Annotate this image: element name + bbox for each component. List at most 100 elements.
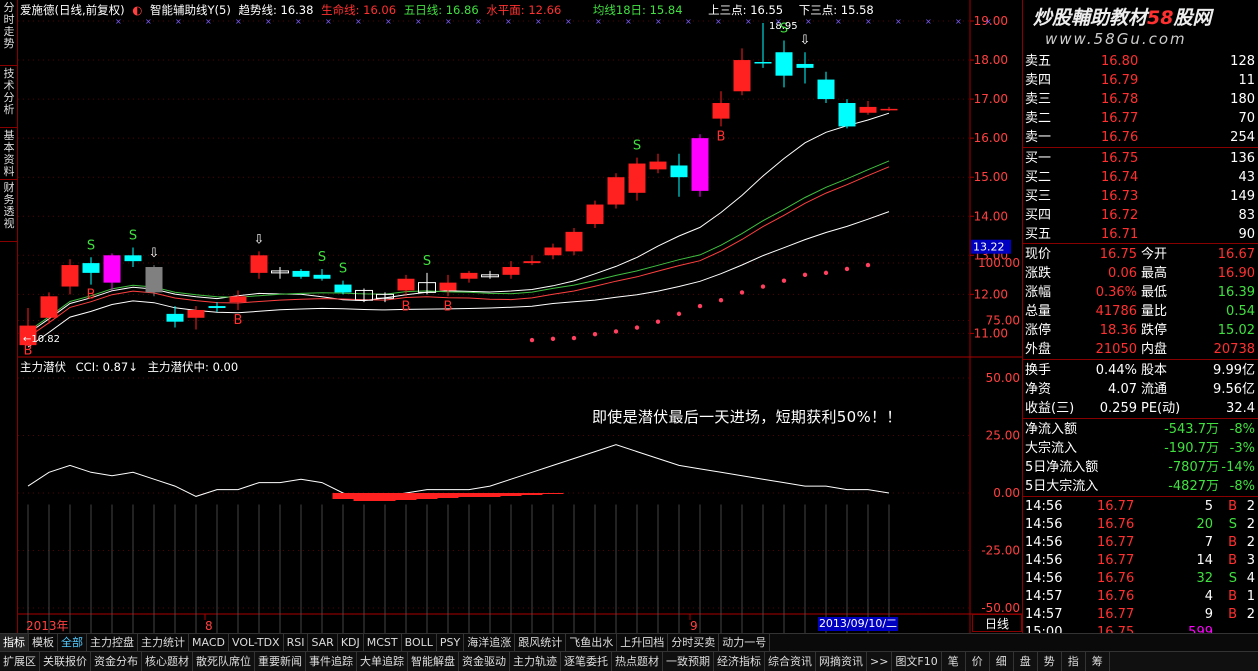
osc-bar bbox=[332, 493, 354, 499]
tab-technical[interactable]: 技术分析 bbox=[0, 66, 18, 128]
info-tab[interactable]: 图文F10 bbox=[892, 652, 942, 671]
tick-time: 14:57 bbox=[1025, 589, 1063, 604]
info-tab[interactable]: 盘 bbox=[1014, 652, 1038, 671]
candle-body bbox=[880, 108, 898, 111]
tab-basic-info[interactable]: 基本资料 bbox=[0, 128, 18, 180]
flow-pct: -3% bbox=[1229, 441, 1255, 456]
alert-icon: ◐ bbox=[132, 3, 143, 17]
trend-line-value: 趋势线: 16.38 bbox=[238, 3, 314, 17]
price-axis-label: 14.00 bbox=[974, 209, 1008, 223]
info-tab[interactable]: 细 bbox=[990, 652, 1014, 671]
indicator-tab[interactable]: KDJ bbox=[338, 634, 364, 651]
ask-label: 卖一 bbox=[1025, 130, 1052, 145]
bid-row: 买五 16.71 90 bbox=[1023, 225, 1258, 244]
tab-intraday[interactable]: 分时走势 bbox=[0, 0, 18, 66]
stat-value: 0.54 bbox=[1226, 304, 1255, 319]
indicator-tab[interactable]: 指标 bbox=[0, 634, 29, 651]
ask-volume: 254 bbox=[1230, 130, 1255, 145]
indicator-tab[interactable]: 模板 bbox=[29, 634, 58, 651]
indicator-tab[interactable]: 跟风统计 bbox=[515, 634, 567, 651]
stat-label: 涨跌 bbox=[1025, 266, 1052, 281]
candle-body bbox=[250, 255, 268, 273]
info-tab[interactable]: 主力轨迹 bbox=[510, 652, 561, 671]
indicator-tab[interactable]: 动力一号 bbox=[719, 634, 771, 651]
tick-price: 16.77 bbox=[1097, 553, 1135, 568]
info-tab[interactable]: 经济指标 bbox=[714, 652, 765, 671]
top-marker: × bbox=[955, 17, 962, 26]
info-tab[interactable]: 综合资讯 bbox=[765, 652, 816, 671]
osc-bar bbox=[458, 493, 480, 497]
daily-period-button[interactable]: 日线 bbox=[972, 614, 1022, 632]
indicator-tab[interactable]: RSI bbox=[284, 634, 309, 651]
indicator-tab[interactable]: MACD bbox=[189, 634, 229, 651]
top-marker: × bbox=[385, 17, 392, 26]
indicator-tab[interactable]: BOLL bbox=[402, 634, 437, 651]
info-tab[interactable]: 笔 bbox=[942, 652, 966, 671]
top-marker: × bbox=[145, 17, 152, 26]
info-tab[interactable]: >> bbox=[867, 652, 893, 671]
bid-volume: 90 bbox=[1238, 227, 1255, 242]
bid-label: 买三 bbox=[1025, 189, 1052, 204]
indicator-tab[interactable]: 分时买卖 bbox=[668, 634, 720, 651]
indicator-tab[interactable]: 上升回档 bbox=[617, 634, 669, 651]
sar-dot bbox=[655, 319, 661, 324]
panel-separator bbox=[1023, 418, 1258, 419]
indicator-tab[interactable]: MCST bbox=[364, 634, 402, 651]
indicator-tab[interactable]: PSY bbox=[437, 634, 465, 651]
info-tab[interactable]: 筹 bbox=[1086, 652, 1110, 671]
stat-label: 今开 bbox=[1141, 247, 1168, 262]
top-marker: × bbox=[685, 17, 692, 26]
osc-bar bbox=[416, 493, 438, 499]
info-tab[interactable]: 价 bbox=[966, 652, 990, 671]
indicator-tab[interactable]: SAR bbox=[308, 634, 338, 651]
flow-pct: -8% bbox=[1229, 479, 1255, 494]
stat-value: 16.67 bbox=[1217, 247, 1255, 262]
signal-mark: B bbox=[402, 299, 411, 314]
stat-value: 0.06 bbox=[1108, 266, 1137, 281]
info-tab[interactable]: 指 bbox=[1062, 652, 1086, 671]
indicator-tab[interactable]: 飞鱼出水 bbox=[566, 634, 618, 651]
info-tab[interactable]: 重要新闻 bbox=[255, 652, 306, 671]
bid-volume: 83 bbox=[1238, 208, 1255, 223]
tick-volume: 20 bbox=[1196, 517, 1213, 532]
indicator-tab[interactable]: 主力控盘 bbox=[87, 634, 138, 651]
stat2-value: 32.4 bbox=[1226, 401, 1255, 416]
stat2-value: 9.99亿 bbox=[1213, 363, 1255, 378]
info-tab[interactable]: 核心题材 bbox=[142, 652, 193, 671]
info-tab[interactable]: 散死队席位 bbox=[193, 652, 255, 671]
info-tab[interactable]: 资金驱动 bbox=[459, 652, 510, 671]
info-tab[interactable]: 扩展区 bbox=[0, 652, 40, 671]
x-label-year: 2013年 bbox=[26, 619, 69, 633]
indicator-tab[interactable]: 全部 bbox=[58, 634, 87, 651]
info-tab[interactable]: 热点题材 bbox=[612, 652, 663, 671]
sar-dot bbox=[802, 272, 808, 278]
info-tab[interactable]: 大单追踪 bbox=[357, 652, 408, 671]
info-tab[interactable]: 资金分布 bbox=[91, 652, 142, 671]
info-tab[interactable]: 智能解盘 bbox=[408, 652, 459, 671]
tab-financial[interactable]: 财务透视 bbox=[0, 180, 18, 242]
stat-label: 涨幅 bbox=[1025, 285, 1052, 300]
info-tab[interactable]: 一致预期 bbox=[663, 652, 714, 671]
stat-row: 涨停 18.36 跌停 15.02 bbox=[1023, 321, 1258, 340]
candle-body bbox=[544, 247, 562, 256]
info-tab[interactable]: 事件追踪 bbox=[306, 652, 357, 671]
candle-body bbox=[586, 204, 604, 225]
indicator-tab[interactable]: 海洋追涨 bbox=[464, 634, 516, 651]
candle-body bbox=[460, 272, 478, 279]
indicator-tab[interactable]: 主力统计 bbox=[138, 634, 189, 651]
tick-side: B bbox=[1228, 589, 1237, 604]
info-tab[interactable]: 网摘资讯 bbox=[816, 652, 867, 671]
stat-row: 涨幅 0.36% 最低 16.39 bbox=[1023, 283, 1258, 302]
bid-volume: 136 bbox=[1230, 151, 1255, 166]
top-marker: × bbox=[295, 17, 302, 26]
info-tab[interactable]: 势 bbox=[1038, 652, 1062, 671]
info-tab[interactable]: 逐笔委托 bbox=[561, 652, 612, 671]
osc-bar bbox=[542, 493, 564, 494]
info-tab[interactable]: 关联报价 bbox=[40, 652, 91, 671]
low-label: ←10.82 bbox=[23, 334, 60, 345]
price-axis-label: 12.00 bbox=[974, 287, 1008, 301]
ask-price: 16.78 bbox=[1101, 92, 1139, 107]
ask-row: 卖一 16.76 254 bbox=[1023, 128, 1258, 147]
indicator-tab[interactable]: VOL-TDX bbox=[229, 634, 284, 651]
candle-body bbox=[397, 278, 415, 291]
